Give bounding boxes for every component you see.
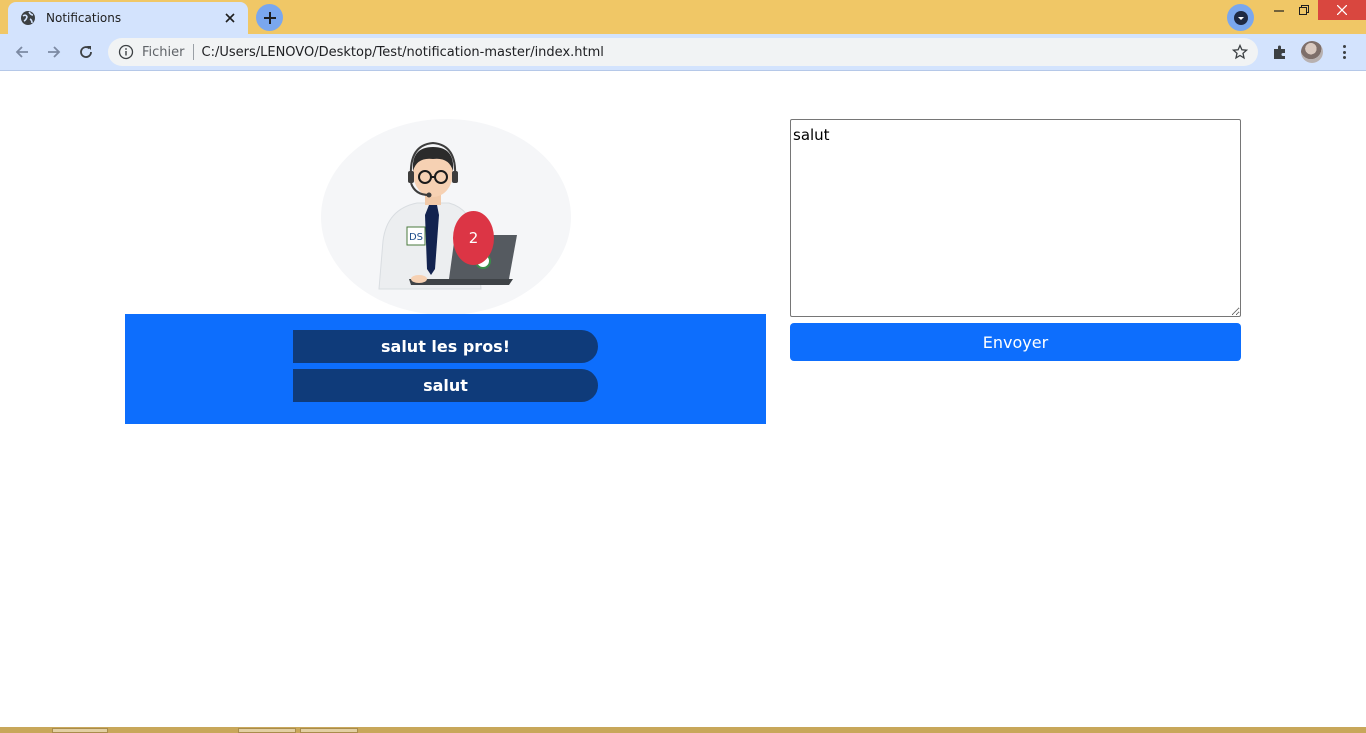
notification-item[interactable]: salut [293, 369, 598, 402]
taskbar-item[interactable] [52, 728, 108, 733]
page-content: DS 2 salut les pros! salut salut Envoyer [0, 71, 1366, 727]
forward-button[interactable] [42, 40, 66, 64]
globe-icon [20, 10, 36, 26]
window-close-button[interactable] [1318, 0, 1366, 20]
browser-tab[interactable]: Notifications [8, 2, 248, 34]
chevron-down-icon [1233, 10, 1248, 25]
address-bar[interactable]: Fichier C:/Users/LENOVO/Desktop/Test/not… [108, 38, 1258, 66]
restore-icon [1299, 5, 1309, 15]
taskbar-item[interactable] [238, 728, 296, 733]
close-icon[interactable] [222, 10, 238, 26]
support-agent-image: DS [378, 141, 517, 290]
more-menu-icon [1342, 45, 1346, 48]
extensions-icon [1274, 45, 1285, 59]
notification-item[interactable]: salut les pros! [293, 330, 598, 363]
browser-toolbar: Fichier C:/Users/LENOVO/Desktop/Test/not… [0, 34, 1366, 71]
message-textarea[interactable]: salut [790, 119, 1241, 317]
back-arrow-icon [15, 46, 28, 58]
reload-button[interactable] [74, 40, 98, 64]
taskbar-item[interactable] [300, 728, 358, 733]
forward-arrow-icon [48, 46, 61, 58]
new-tab-button[interactable] [256, 4, 283, 31]
url-scheme-label: Fichier [142, 44, 185, 60]
avatar[interactable] [1301, 41, 1323, 63]
url-separator [192, 44, 194, 60]
tab-search-button[interactable] [1227, 4, 1254, 31]
url-text[interactable]: C:/Users/LENOVO/Desktop/Test/notificatio… [202, 45, 604, 60]
back-button[interactable] [10, 40, 34, 64]
notification-count-badge: 2 [453, 211, 494, 265]
tab-title: Notifications [46, 11, 122, 25]
extensions-button[interactable] [1270, 42, 1290, 62]
send-button[interactable]: Envoyer [790, 323, 1241, 361]
notifications-panel: salut les pros! salut [125, 314, 766, 424]
reload-icon [80, 46, 92, 58]
info-icon[interactable] [118, 44, 134, 60]
star-icon[interactable] [1232, 44, 1248, 60]
plus-icon [263, 11, 276, 24]
taskbar [0, 727, 1366, 733]
more-menu-icon [1342, 56, 1346, 59]
close-icon [1337, 5, 1347, 15]
browser-title-bar: Notifications [0, 0, 1366, 34]
support-agent-illustration: DS 2 [321, 119, 571, 315]
more-menu-button[interactable] [1336, 42, 1352, 62]
svg-text:DS: DS [409, 232, 423, 243]
more-menu-icon [1342, 50, 1346, 54]
